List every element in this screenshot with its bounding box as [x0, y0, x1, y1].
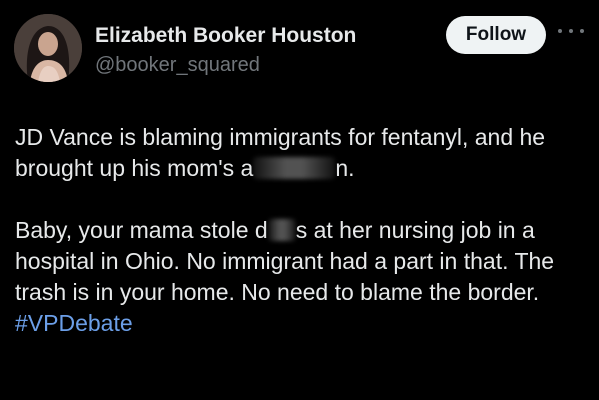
- user-info: Elizabeth Booker Houston @booker_squared: [95, 23, 356, 78]
- follow-button[interactable]: Follow: [446, 16, 546, 54]
- more-options-icon[interactable]: [558, 25, 584, 37]
- user-avatar-icon: [14, 14, 82, 82]
- tweet-paragraph-2: Baby, your mama stole ds at her nursing …: [15, 215, 590, 339]
- tweet-text-segment: n.: [335, 155, 355, 181]
- avatar[interactable]: [14, 14, 82, 82]
- user-handle[interactable]: @booker_squared: [95, 52, 356, 78]
- tweet-header: Elizabeth Booker Houston @booker_squared…: [0, 0, 599, 100]
- tweet-text-segment: Baby, your mama stole d: [15, 217, 268, 243]
- tweet-text: JD Vance is blaming immigrants for fenta…: [15, 122, 590, 339]
- display-name[interactable]: Elizabeth Booker Houston: [95, 23, 356, 49]
- hashtag-link[interactable]: #VPDebate: [15, 310, 133, 336]
- redaction-blur: [253, 157, 336, 179]
- redaction-blur: [267, 219, 296, 241]
- tweet-paragraph-1: JD Vance is blaming immigrants for fenta…: [15, 122, 590, 184]
